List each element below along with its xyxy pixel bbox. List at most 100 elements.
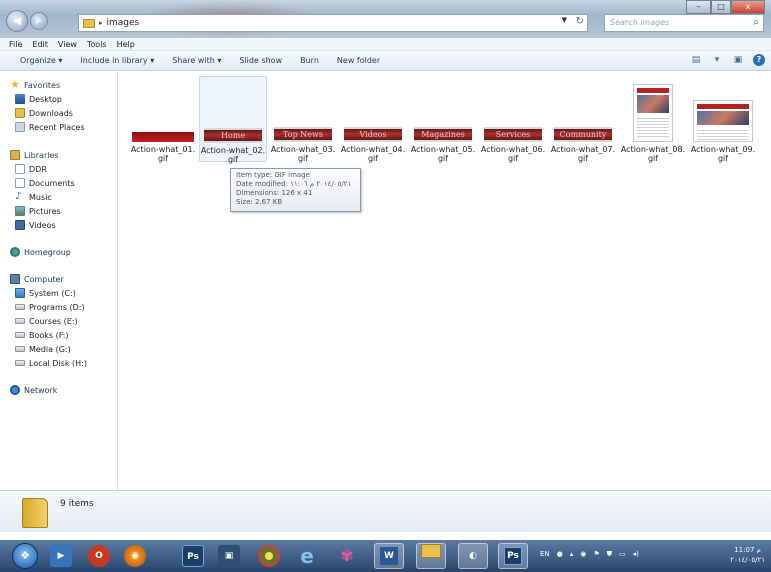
sidebar-item-media-g[interactable]: Media (G:) [15,343,71,355]
sidebar-item-documents[interactable]: Documents [15,177,75,189]
sidebar-item-programs-d[interactable]: Programs (D:) [15,301,85,313]
sidebar-item-books-f[interactable]: Books (F:) [15,329,69,341]
file-item-selected[interactable]: Home Action-what_02.gif [199,76,267,164]
address-bar[interactable]: ▸ images ▼ ↻ [78,14,588,32]
address-path[interactable]: images [107,18,140,28]
back-button[interactable]: ◀ [6,10,28,32]
new-folder-button[interactable]: New folder [337,56,380,65]
menu-tools[interactable]: Tools [87,38,107,50]
slide-show-button[interactable]: Slide show [239,56,282,65]
sidebar-item-courses-e[interactable]: Courses (E:) [15,315,78,327]
sidebar-item-pictures[interactable]: Pictures [15,205,61,217]
file-item[interactable]: Action-what_08.gif [619,76,687,163]
search-icon[interactable]: ⌕ [753,15,759,31]
sidebar-item-network[interactable]: Network [10,384,57,396]
menu-view[interactable]: View [58,38,77,50]
sidebar-label: Courses (E:) [29,316,78,326]
language-indicator[interactable]: EN [540,550,550,559]
file-name: Action-what_05.gif [410,145,476,163]
preview-pane-icon[interactable]: ▣ [732,54,744,66]
pictures-icon [15,206,25,216]
sidebar-label: Music [29,192,52,202]
sidebar-item-homegroup[interactable]: Homegroup [10,246,71,258]
image-thumbnail [132,132,194,142]
sidebar-item-favorites[interactable]: ★ Favorites [10,79,60,91]
address-dropdown-icon[interactable]: ▼ [562,16,567,24]
sidebar-item-ddr[interactable]: DDR [15,163,47,175]
file-item[interactable]: Services Action-what_06.gif [479,76,547,163]
title-bar: ◀ ▶ ▸ images ▼ ↻ Search images ⌕ – □ x [0,0,771,38]
file-name: Action-what_01.gif [130,145,196,163]
sidebar-item-computer[interactable]: Computer [10,273,64,285]
maximize-button[interactable]: □ [711,0,731,14]
close-button[interactable]: x [731,0,765,14]
minimize-button[interactable]: – [686,0,711,14]
photoshop-icon[interactable]: Ps [182,545,204,567]
sidebar-label: Libraries [24,150,59,160]
shield-icon[interactable]: ⛊ [607,550,612,559]
refresh-icon[interactable]: ↻ [576,16,584,27]
folder-icon [22,498,48,528]
help-tray-icon[interactable]: ● [557,550,563,559]
photoshop-active-icon[interactable]: Ps [498,543,528,569]
media-icon[interactable]: ◐ [458,543,488,569]
sidebar-item-downloads[interactable]: Downloads [15,107,73,119]
image-thumbnail [693,100,753,142]
menu-file[interactable]: File [9,38,22,50]
battery-icon[interactable]: ▭ [619,550,626,559]
sidebar-item-videos[interactable]: Videos [15,219,56,231]
media-player-icon[interactable]: ▶ [50,545,72,567]
sidebar-item-recent-places[interactable]: Recent Places [15,121,85,133]
drive-icon [15,318,25,324]
breadcrumb-arrow-icon[interactable]: ▸ [99,19,103,27]
sidebar-item-libraries[interactable]: Libraries [10,149,59,161]
tooltip-size: Size: 2.67 KB [236,198,283,206]
file-item[interactable]: Community Action-what_07.gif [549,76,617,163]
organize-button[interactable]: Organize ▾ [20,56,62,65]
sidebar-item-system-c[interactable]: System (C:) [15,287,76,299]
paint-icon[interactable]: ✾ [336,545,358,567]
sidebar-label: Local Disk (H:) [29,358,87,368]
start-button[interactable]: ❖ [12,543,38,569]
include-in-library-button[interactable]: Include in library ▾ [80,56,154,65]
flag-icon[interactable]: ⚑ [593,550,599,559]
view-dropdown-icon[interactable]: ▾ [711,54,723,66]
internet-explorer-icon[interactable]: e [296,545,318,567]
explorer-icon[interactable] [416,543,446,569]
change-view-icon[interactable]: ▤ [690,54,702,66]
network-tray-icon[interactable]: ◉ [580,550,586,559]
word-icon[interactable]: W [374,543,404,569]
clock[interactable]: 11:07 م ٢٠١٤/٠٥/٢١ [730,545,765,565]
opera-icon[interactable]: O [88,545,110,567]
image-thumbnail: Services [484,127,542,142]
presentation-icon[interactable]: ▣ [218,545,240,567]
sidebar-label: Videos [29,220,56,230]
share-with-button[interactable]: Share with ▾ [172,56,221,65]
forward-button[interactable]: ▶ [30,12,48,30]
sidebar-item-local-disk-h[interactable]: Local Disk (H:) [15,357,87,369]
help-icon[interactable]: ? [753,54,765,66]
system-drive-icon [15,288,25,298]
menu-edit[interactable]: Edit [32,38,48,50]
firefox-icon[interactable]: ◉ [124,545,146,567]
file-item[interactable]: Videos Action-what_04.gif [339,76,407,163]
show-hidden-icons-icon[interactable]: ▴ [570,550,574,559]
file-item[interactable]: Magazines Action-what_05.gif [409,76,477,163]
tooltip-date-modified: Date modified: ٢٠١٤/٠٥/٢١ م ١١:٠٦ [236,180,352,188]
burn-button[interactable]: Burn [300,56,319,65]
chrome-icon[interactable] [258,545,280,567]
sidebar-label: Documents [29,178,75,188]
image-thumbnail: Home [204,128,262,143]
file-item[interactable]: Top News Action-what_03.gif [269,76,337,163]
sidebar-label: Recent Places [29,122,85,132]
star-icon: ★ [10,78,20,91]
menu-help[interactable]: Help [117,38,135,50]
search-input[interactable]: Search images ⌕ [604,14,764,32]
music-icon: ♪ [15,191,22,202]
volume-icon[interactable]: ◂) [633,550,639,559]
videos-icon [15,220,25,230]
file-item[interactable]: Action-what_09.gif [689,76,757,163]
file-item[interactable]: Action-what_01.gif [129,76,197,163]
sidebar-item-music[interactable]: ♪ Music [15,191,52,203]
sidebar-item-desktop[interactable]: Desktop [15,93,62,105]
